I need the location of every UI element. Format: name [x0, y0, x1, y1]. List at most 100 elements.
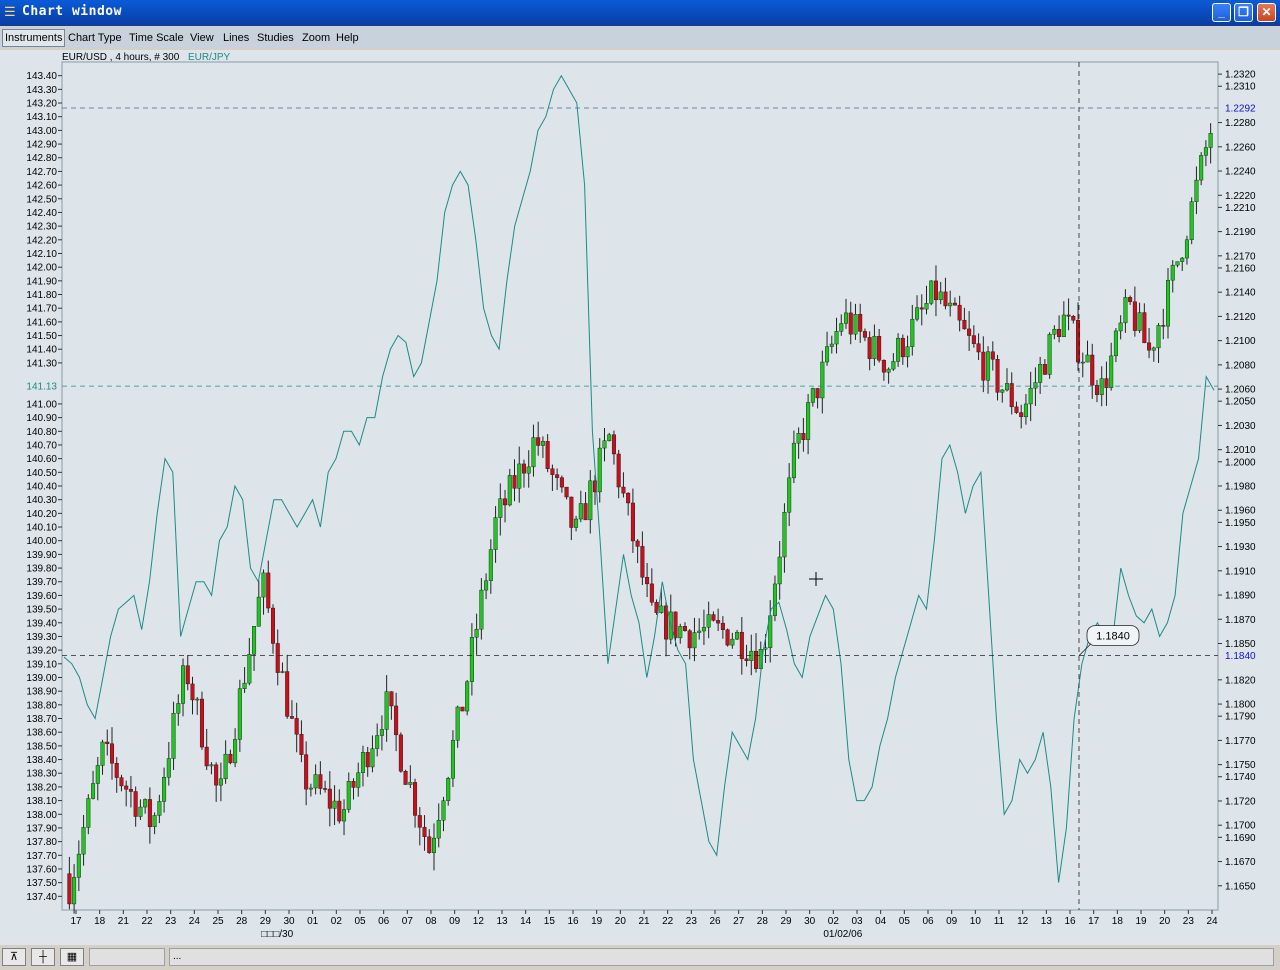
candle-bear — [1147, 342, 1152, 351]
candle-bull — [810, 388, 815, 403]
candle-bull — [176, 703, 181, 714]
candle-bear — [645, 577, 650, 585]
candle-bull — [1180, 257, 1185, 262]
x-tick-label: 23 — [1183, 916, 1195, 927]
price-chart[interactable]: EUR/USD , 4 hours, # 300 EUR/JPY 137.401… — [0, 50, 1280, 945]
status-field-2: ... — [169, 948, 1274, 966]
candle-bull — [342, 809, 347, 822]
menu-bar: Instruments Chart Type Time Scale View L… — [0, 28, 1280, 48]
candle-bull — [948, 302, 953, 307]
candle-bear — [858, 314, 863, 332]
left-tick-label: 143.00 — [26, 126, 57, 137]
candle-bear — [952, 302, 957, 306]
right-tick-label: 1.2220 — [1225, 191, 1256, 202]
candle-bear — [228, 753, 233, 764]
candle-bull — [1156, 325, 1161, 349]
x-tick-label: 28 — [757, 916, 769, 927]
candle-bear — [365, 752, 370, 768]
candle-bear — [190, 683, 195, 701]
window-title: Chart window — [22, 4, 122, 19]
menu-view[interactable]: View — [188, 30, 216, 46]
candlestick-series — [67, 123, 1213, 914]
candle-bear — [933, 280, 938, 301]
candle-bull — [450, 740, 455, 779]
x-tick-label: 17 — [70, 916, 82, 927]
right-price-axis: 1.16501.16701.16901.17001.17201.17401.17… — [1218, 70, 1256, 892]
menu-lines[interactable]: Lines — [221, 30, 251, 46]
right-tick-label: 1.2080 — [1225, 360, 1256, 371]
left-tick-label: 139.80 — [26, 564, 57, 575]
right-tick-label: 1.1800 — [1225, 700, 1256, 711]
left-tick-label: 141.90 — [26, 276, 57, 287]
candle-bull — [166, 758, 171, 778]
candle-bull — [791, 442, 796, 479]
candle-bull — [782, 512, 787, 558]
candle-bull — [242, 682, 247, 689]
candle-bear — [673, 611, 678, 639]
left-tick-label: 137.80 — [26, 837, 57, 848]
candle-bear — [664, 605, 669, 640]
candle-bull — [905, 346, 910, 358]
candle-bull — [730, 638, 735, 646]
candle-bear — [564, 486, 569, 498]
app-icon[interactable]: ☰ — [4, 5, 18, 19]
menu-instruments[interactable]: Instruments — [2, 29, 66, 47]
candle-bear — [1057, 328, 1062, 337]
right-tick-label: 1.1750 — [1225, 760, 1256, 771]
candle-bear — [536, 437, 541, 446]
candle-bull — [465, 681, 470, 712]
close-button[interactable]: ✕ — [1257, 3, 1276, 22]
close-icon: ✕ — [1261, 5, 1272, 19]
right-tick-label: 1.2160 — [1225, 263, 1256, 274]
menu-chart-type[interactable]: Chart Type — [66, 30, 124, 46]
candle-bull — [247, 654, 252, 684]
candle-bear — [919, 307, 924, 310]
right-tick-label: 1.2260 — [1225, 142, 1256, 153]
menu-studies[interactable]: Studies — [255, 30, 296, 46]
x-tick-label: 19 — [1135, 916, 1147, 927]
menu-time-scale[interactable]: Time Scale — [127, 30, 186, 46]
maximize-button[interactable]: ❐ — [1234, 3, 1253, 22]
candle-bull — [1000, 389, 1005, 393]
x-tick-label: 08 — [425, 916, 437, 927]
candle-bear — [275, 643, 280, 673]
chart-area[interactable]: EUR/USD , 4 hours, # 300 EUR/JPY 137.40 1… — [0, 50, 1280, 945]
x-tick-label: 02 — [828, 916, 840, 927]
candle-bull — [479, 589, 484, 630]
menu-help[interactable]: Help — [334, 30, 361, 46]
right-tick-label: 1.1850 — [1225, 639, 1256, 650]
candle-bull — [237, 688, 242, 740]
candle-bull — [986, 351, 991, 381]
status-field-1 — [89, 948, 165, 966]
candle-bear — [124, 785, 129, 790]
candle-bull — [91, 783, 96, 799]
candle-bull — [1047, 334, 1052, 375]
right-tick-label: 1.1930 — [1225, 542, 1256, 553]
candle-bear — [1066, 314, 1071, 317]
candle-bull — [1061, 314, 1066, 337]
candle-bull — [1194, 179, 1199, 202]
candle-bear — [1128, 297, 1133, 302]
chart-tool-button[interactable]: ▦ — [60, 948, 84, 966]
menu-zoom[interactable]: Zoom — [300, 30, 332, 46]
crosshair-button[interactable]: ┼ — [31, 948, 55, 966]
candle-bear — [185, 665, 190, 685]
candle-bull — [1189, 201, 1194, 240]
minimize-button[interactable]: _ — [1212, 3, 1231, 22]
candle-bear — [289, 716, 294, 719]
candle-bull — [517, 463, 522, 489]
x-tick-label: 23 — [686, 916, 698, 927]
candle-bear — [848, 312, 853, 335]
candle-bull — [777, 556, 782, 585]
candle-bull — [872, 335, 877, 359]
left-tick-label: 141.50 — [26, 331, 57, 342]
candle-bear — [417, 815, 422, 828]
pin-button[interactable]: ⊼ — [2, 948, 26, 966]
candle-bull — [76, 853, 81, 878]
candle-bull — [72, 877, 77, 905]
right-tick-label: 1.1870 — [1225, 615, 1256, 626]
left-tick-label: 140.80 — [26, 427, 57, 438]
candle-bear — [214, 764, 219, 786]
left-tick-label: 142.90 — [26, 140, 57, 151]
candle-bear — [711, 614, 716, 621]
